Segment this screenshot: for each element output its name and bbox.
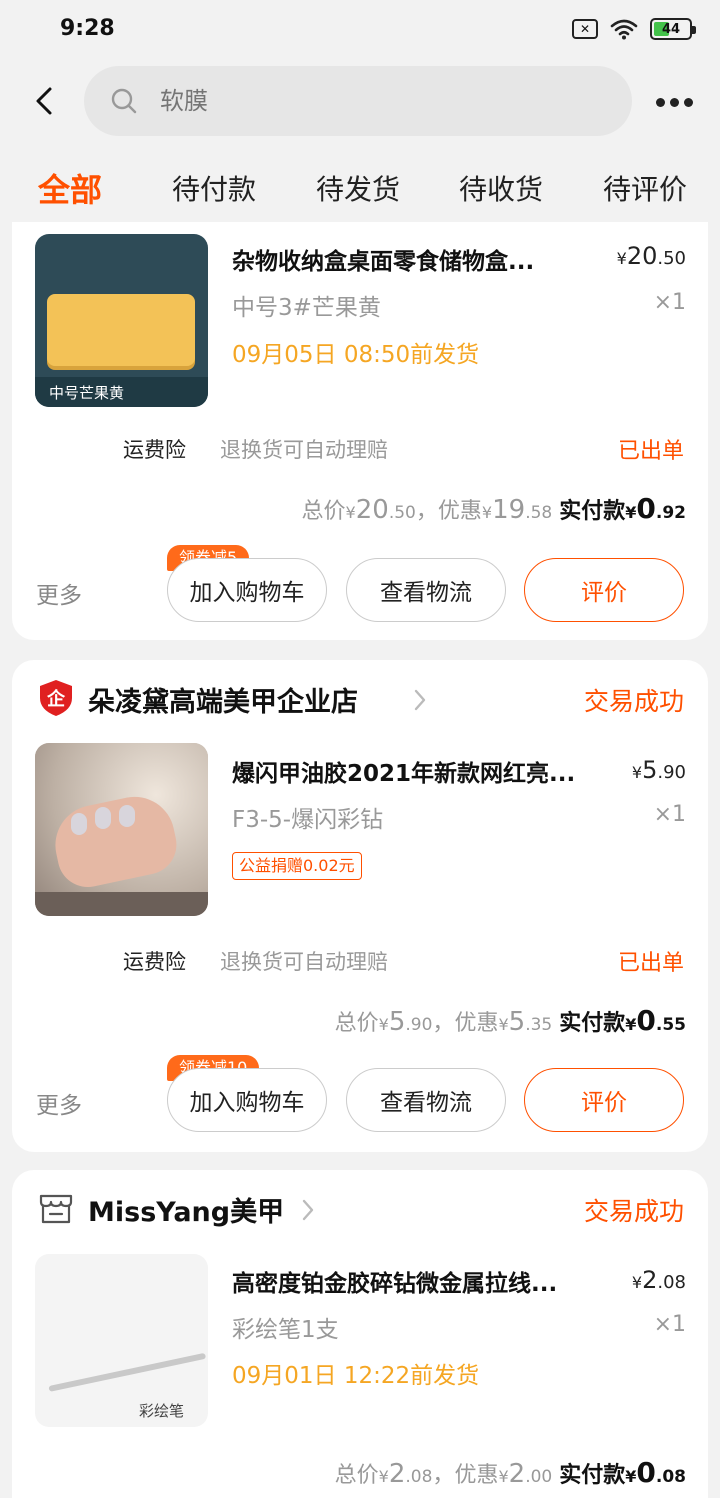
no-sim-icon: ✕ xyxy=(572,19,598,39)
order-totals: 总价¥5.90，优惠¥5.35 实付款¥0.55 xyxy=(334,1004,686,1037)
item-title[interactable]: 爆闪甲油胶2021年新款网红亮... xyxy=(232,754,592,788)
tab-pending-review[interactable]: 待评价 xyxy=(603,168,687,208)
shop-name[interactable]: MissYang美甲 xyxy=(88,1190,284,1229)
order-card[interactable]: 中号芒果黄 杂物收纳盒桌面零食储物盒... ¥20.50 中号3#芒果黄 ×1 … xyxy=(12,222,708,640)
shop-name[interactable]: 朵凌黛高端美甲企业店 xyxy=(88,680,358,719)
order-status: 交易成功 xyxy=(583,1197,684,1226)
shop-icon xyxy=(39,1194,73,1224)
wifi-icon xyxy=(610,19,638,40)
more-options-icon[interactable] xyxy=(656,98,693,107)
card-header: 企 朵凌黛高端美甲企业店 交易成功 xyxy=(12,660,708,740)
chevron-right-icon[interactable] xyxy=(300,1198,316,1222)
order-status: 交易成功 xyxy=(583,687,684,716)
status-bar: 9:28 ✕ 44 xyxy=(0,0,720,62)
ship-deadline: 09月05日 08:50前发货 xyxy=(232,342,480,368)
insurance-desc: 退换货可自动理赔 xyxy=(220,438,388,462)
product-thumbnail[interactable]: 彩绘笔 xyxy=(35,1254,208,1427)
insurance-status: 已出单 xyxy=(617,439,684,464)
back-arrow-icon[interactable] xyxy=(28,84,62,118)
search-input[interactable] xyxy=(160,66,600,136)
card-header: MissYang美甲 交易成功 xyxy=(12,1170,708,1250)
add-to-cart-button[interactable]: 加入购物车 xyxy=(167,558,327,622)
more-link[interactable]: 更多 xyxy=(36,576,82,610)
review-button[interactable]: 评价 xyxy=(524,558,684,622)
insurance-desc: 退换货可自动理赔 xyxy=(220,950,388,974)
search-box[interactable] xyxy=(84,66,632,136)
tab-pending-shipment[interactable]: 待发货 xyxy=(316,168,400,208)
enterprise-shop-icon: 企 xyxy=(40,680,72,716)
item-title[interactable]: 杂物收纳盒桌面零食储物盒... xyxy=(232,242,592,276)
item-price: ¥5.90 xyxy=(631,756,686,784)
product-thumbnail[interactable] xyxy=(35,743,208,916)
search-header xyxy=(0,62,720,146)
insurance-label: 运费险 xyxy=(123,438,186,462)
thumbnail-caption: 中号芒果黄 xyxy=(49,384,125,402)
order-card[interactable]: 企 朵凌黛高端美甲企业店 交易成功 爆闪甲油胶2021年新款网红亮... ¥5.… xyxy=(12,660,708,1152)
svg-text:企: 企 xyxy=(46,688,66,710)
insurance-status: 已出单 xyxy=(617,951,684,976)
thumbnail-caption: 彩绘笔 xyxy=(139,1402,185,1420)
order-card[interactable]: MissYang美甲 交易成功 彩绘笔 高密度铂金胶碎钻微金属拉线... ¥2.… xyxy=(12,1170,708,1498)
view-logistics-button[interactable]: 查看物流 xyxy=(346,558,506,622)
tab-all[interactable]: 全部 xyxy=(38,165,102,211)
order-totals: 总价¥2.08，优惠¥2.00 实付款¥0.08 xyxy=(334,1456,686,1489)
search-icon xyxy=(111,88,137,114)
chevron-right-icon[interactable] xyxy=(412,688,428,712)
item-price: ¥20.50 xyxy=(616,242,686,270)
order-totals: 总价¥20.50，优惠¥19.58 实付款¥0.92 xyxy=(301,492,686,525)
insurance-label: 运费险 xyxy=(123,950,186,974)
charity-badge: 公益捐赠0.02元 xyxy=(232,852,362,880)
status-icons: ✕ 44 xyxy=(572,18,696,40)
tab-pending-receipt[interactable]: 待收货 xyxy=(459,168,543,208)
item-quantity: ×1 xyxy=(653,1312,686,1337)
item-spec: 彩绘笔1支 xyxy=(232,1317,339,1343)
item-spec: F3-5-爆闪彩钻 xyxy=(232,807,384,833)
tab-pending-payment[interactable]: 待付款 xyxy=(172,168,256,208)
status-time: 9:28 xyxy=(60,16,115,41)
battery-icon: 44 xyxy=(650,18,696,40)
item-price: ¥2.08 xyxy=(631,1266,686,1294)
review-button[interactable]: 评价 xyxy=(524,1068,684,1132)
item-title[interactable]: 高密度铂金胶碎钻微金属拉线... xyxy=(232,1264,592,1298)
product-thumbnail[interactable]: 中号芒果黄 xyxy=(35,234,208,407)
ship-deadline: 09月01日 12:22前发货 xyxy=(232,1363,480,1389)
item-quantity: ×1 xyxy=(653,802,686,827)
view-logistics-button[interactable]: 查看物流 xyxy=(346,1068,506,1132)
order-tabs: 全部 待付款 待发货 待收货 待评价 xyxy=(0,146,720,224)
battery-percent: 44 xyxy=(661,21,681,37)
item-quantity: ×1 xyxy=(653,290,686,315)
more-link[interactable]: 更多 xyxy=(36,1086,82,1120)
add-to-cart-button[interactable]: 加入购物车 xyxy=(167,1068,327,1132)
item-spec: 中号3#芒果黄 xyxy=(232,295,381,321)
